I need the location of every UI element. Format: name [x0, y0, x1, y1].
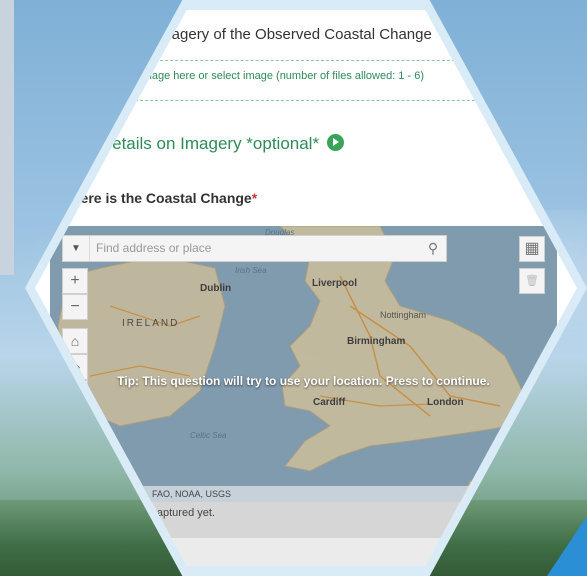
- divider: [155, 60, 485, 61]
- required-marker: *: [251, 190, 258, 206]
- divider: [115, 100, 485, 101]
- zoom-out-button[interactable]: −: [62, 294, 88, 320]
- expand-play-icon[interactable]: [327, 134, 345, 151]
- zoom-in-button[interactable]: +: [62, 268, 88, 294]
- survey-form-hexagon: Imagery of the Observed Coastal Change o…: [35, 10, 577, 566]
- map-search-bar[interactable]: ▼ Find address or place ⚲: [62, 235, 447, 262]
- question-imagery-title: Imagery of the Observed Coastal Change: [155, 26, 432, 43]
- image-upload-dropzone[interactable]: op image here or select image (number of…: [125, 70, 424, 82]
- map-label-english-channel: Eng: [538, 397, 553, 406]
- section-title-imagery-details[interactable]: er Details on Imagery *optional*: [80, 134, 345, 154]
- grid-icon[interactable]: ▦: [519, 236, 545, 262]
- question-location-label: here is the Coastal Change*: [72, 190, 257, 206]
- attribution-text: mTom, Garmin, FAO, NOAA, USGS: [88, 489, 232, 499]
- question-location-text: here is the Coastal Change: [72, 190, 252, 206]
- search-icon[interactable]: ⚲: [420, 240, 446, 257]
- trash-icon[interactable]: 🗑: [519, 268, 545, 294]
- background-accent-corner: [547, 516, 587, 576]
- map-search-input[interactable]: Find address or place: [89, 236, 420, 261]
- location-tip-message[interactable]: Tip: This question will try to use your …: [50, 374, 557, 388]
- search-source-dropdown-icon[interactable]: ▼: [63, 243, 89, 254]
